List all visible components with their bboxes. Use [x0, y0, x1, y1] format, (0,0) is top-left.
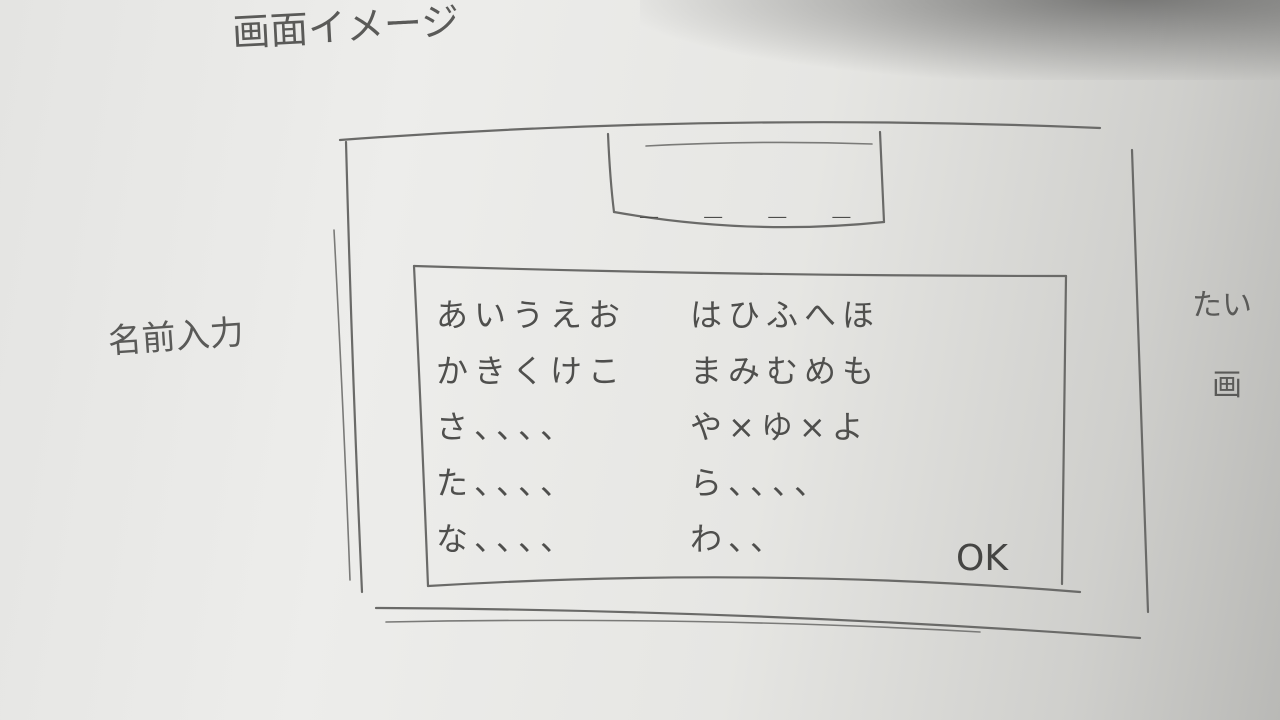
name-box-left — [606, 132, 616, 214]
kana-row-wa[interactable]: わ、、 — [690, 514, 910, 570]
keyboard-left — [412, 264, 430, 588]
keyboard-right — [1060, 274, 1068, 586]
ok-button[interactable]: OK — [950, 536, 1014, 581]
kana-row-ra[interactable]: ら、、、、 — [690, 458, 910, 514]
name-box-inner-top — [645, 141, 873, 147]
kana-row-a[interactable]: あいうえお — [436, 290, 690, 346]
kana-row-ta[interactable]: た、、、、 — [436, 458, 690, 514]
outer-frame-left-inner — [333, 229, 351, 581]
kana-keyboard: あいうえお はひふへほ かきくけこ まみむめも さ、、、、 や×ゆ×よ た、、、… — [436, 290, 910, 570]
keyboard-top — [412, 264, 1068, 278]
name-display-blanks: _ _ _ _ — [640, 184, 865, 219]
name-box-right — [878, 130, 886, 224]
kana-row-ha[interactable]: はひふへほ — [690, 290, 910, 346]
kana-row-ma[interactable]: まみむめも — [690, 346, 910, 402]
sketch-paper: 画面イメージ 名前入力 たい 画 _ _ _ _ あいうえお はひふへほ かきく… — [0, 0, 1280, 720]
kana-row-ya[interactable]: や×ゆ×よ — [690, 402, 910, 458]
kana-row-na[interactable]: な、、、、 — [436, 514, 690, 570]
outer-frame-top — [338, 121, 1102, 142]
kana-row-ka[interactable]: かきくけこ — [436, 346, 690, 402]
kana-row-sa[interactable]: さ、、、、 — [436, 402, 690, 458]
outer-frame-right — [1130, 148, 1150, 614]
